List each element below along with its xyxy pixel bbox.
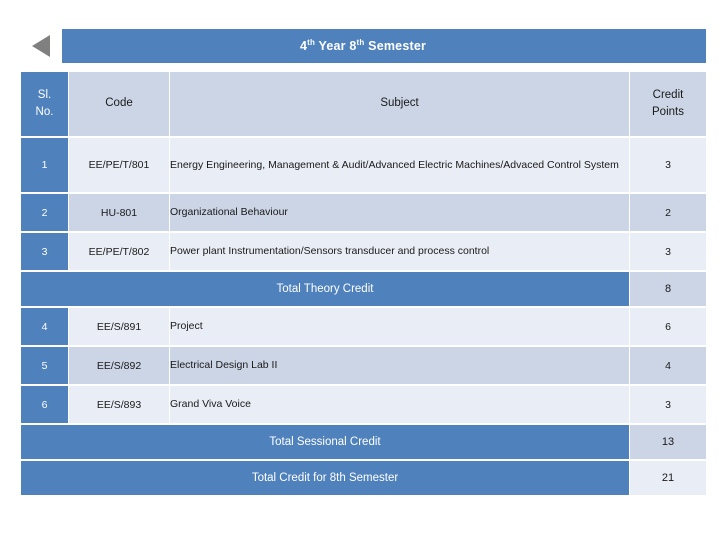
credit-line1: Credit <box>652 88 684 101</box>
row-code: EE/PE/T/801 <box>69 138 169 192</box>
column-header-credit-points: Credit Points <box>630 72 706 136</box>
row-subject: Grand Viva Voice <box>170 386 629 423</box>
table-row: 5 EE/S/892 Electrical Design Lab II 4 <box>21 347 706 384</box>
table-row: 2 HU-801 Organizational Behaviour 2 <box>21 194 706 231</box>
total-sessional-row: Total Sessional Credit 13 <box>21 425 706 459</box>
row-credit: 4 <box>630 347 706 384</box>
row-sl-no: 6 <box>21 386 68 423</box>
title-bar: 4th Year 8th Semester <box>20 29 706 63</box>
row-code: EE/S/891 <box>69 308 169 345</box>
title-superscript-1: th <box>307 37 316 47</box>
sl-no-line1: Sl. <box>37 88 52 101</box>
row-subject: Project <box>170 308 629 345</box>
row-credit: 2 <box>630 194 706 231</box>
table-row: 4 EE/S/891 Project 6 <box>21 308 706 345</box>
row-code: EE/S/892 <box>69 347 169 384</box>
title-superscript-2: th <box>356 37 365 47</box>
total-theory-row: Total Theory Credit 8 <box>21 272 706 306</box>
title-suffix: Semester <box>364 39 427 53</box>
row-subject: Organizational Behaviour <box>170 194 629 231</box>
table-row: 1 EE/PE/T/801 Energy Engineering, Manage… <box>21 138 706 192</box>
grand-total-row: Total Credit for 8th Semester 21 <box>21 461 706 495</box>
row-credit: 3 <box>630 233 706 270</box>
row-credit: 3 <box>630 386 706 423</box>
sl-no-line2: No. <box>35 106 54 118</box>
row-sl-no: 5 <box>21 347 68 384</box>
row-sl-no: 3 <box>21 233 68 270</box>
total-sessional-value: 13 <box>630 425 706 459</box>
row-subject: Energy Engineering, Management & Audit/A… <box>170 138 629 192</box>
back-triangle-icon <box>32 35 50 57</box>
row-credit: 3 <box>630 138 706 192</box>
slide-root: 4th Year 8th Semester Sl. No. Code Subje… <box>0 0 720 540</box>
row-code: EE/PE/T/802 <box>69 233 169 270</box>
credit-line2: Points <box>652 106 684 118</box>
total-theory-value: 8 <box>630 272 706 306</box>
row-code: HU-801 <box>69 194 169 231</box>
back-button[interactable] <box>20 29 62 63</box>
row-subject: Electrical Design Lab II <box>170 347 629 384</box>
title-middle: Year 8 <box>315 39 357 53</box>
total-theory-label: Total Theory Credit <box>21 272 629 306</box>
table-row: 3 EE/PE/T/802 Power plant Instrumentatio… <box>21 233 706 270</box>
row-code: EE/S/893 <box>69 386 169 423</box>
page-title: 4th Year 8th Semester <box>300 37 427 53</box>
grand-total-value: 21 <box>630 461 706 495</box>
row-sl-no: 1 <box>21 138 68 192</box>
column-header-sl-no: Sl. No. <box>21 72 68 136</box>
grand-total-label: Total Credit for 8th Semester <box>21 461 629 495</box>
row-subject: Power plant Instrumentation/Sensors tran… <box>170 233 629 270</box>
row-credit: 6 <box>630 308 706 345</box>
curriculum-table: Sl. No. Code Subject Credit Points 1 EE/… <box>20 70 707 497</box>
table-header-row: Sl. No. Code Subject Credit Points <box>21 72 706 136</box>
column-header-subject: Subject <box>170 72 629 136</box>
column-header-code: Code <box>69 72 169 136</box>
row-sl-no: 4 <box>21 308 68 345</box>
row-sl-no: 2 <box>21 194 68 231</box>
table-row: 6 EE/S/893 Grand Viva Voice 3 <box>21 386 706 423</box>
total-sessional-label: Total Sessional Credit <box>21 425 629 459</box>
